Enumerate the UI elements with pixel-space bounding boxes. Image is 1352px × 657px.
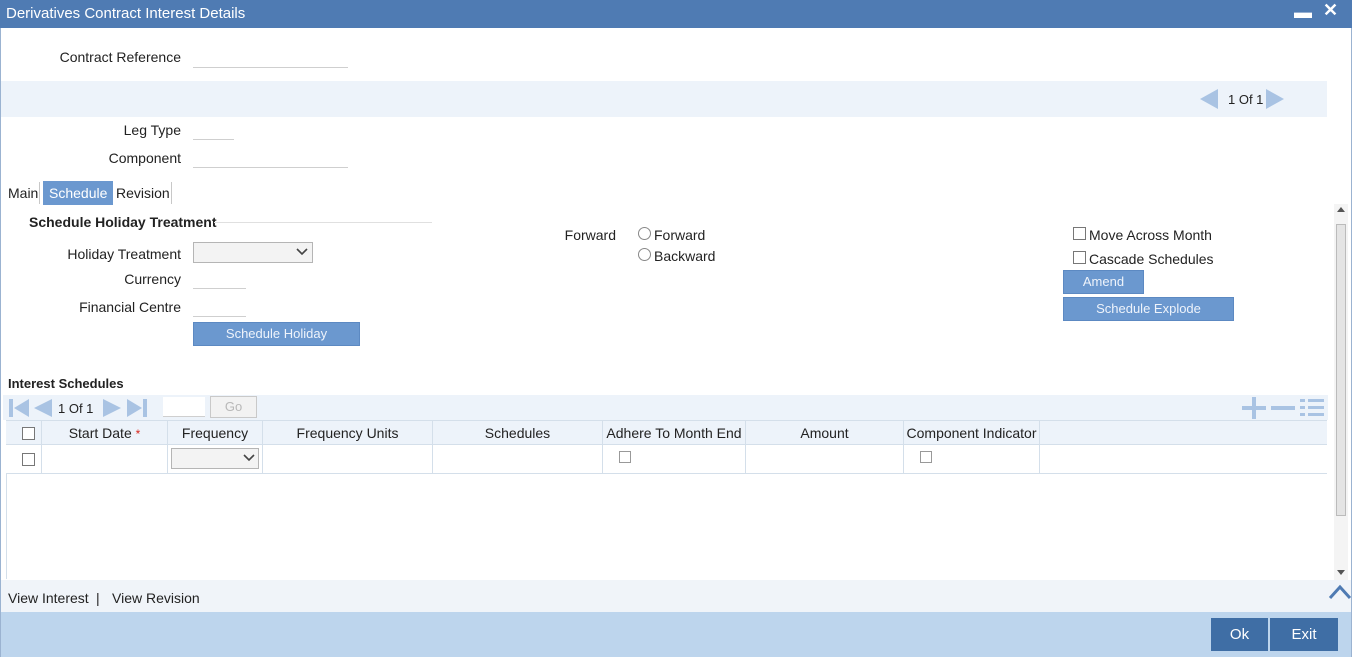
window-titlebar: Derivatives Contract Interest Details ▬ … bbox=[0, 0, 1352, 28]
column-header-amount[interactable]: Amount bbox=[746, 421, 904, 445]
contract-reference-label: Contract Reference bbox=[59, 49, 181, 65]
schedules-cell[interactable] bbox=[433, 445, 603, 473]
currency-field[interactable] bbox=[193, 269, 246, 289]
frequency-cell bbox=[168, 445, 263, 473]
holiday-treatment-section-title: Schedule Holiday Treatment bbox=[29, 214, 217, 230]
holiday-treatment-label: Holiday Treatment bbox=[67, 246, 181, 262]
schedule-holiday-button[interactable]: Schedule Holiday bbox=[193, 322, 360, 346]
scroll-down-icon[interactable] bbox=[1337, 568, 1345, 576]
frequency-units-cell[interactable] bbox=[263, 445, 433, 473]
chevron-up-icon[interactable] bbox=[1328, 584, 1352, 600]
record-pager-band bbox=[1, 81, 1327, 117]
backward-radio-label: Backward bbox=[654, 248, 716, 264]
delete-row-icon[interactable] bbox=[1270, 397, 1296, 419]
links-separator: | bbox=[96, 590, 100, 606]
grid-empty-area bbox=[6, 474, 1327, 579]
grid-pager-text: 1 Of 1 bbox=[58, 401, 94, 416]
single-view-icon[interactable] bbox=[1299, 397, 1325, 419]
component-label: Component bbox=[108, 150, 181, 166]
table-row bbox=[6, 445, 1327, 474]
view-interest-link[interactable]: View Interest bbox=[8, 590, 89, 606]
column-header-component-indicator[interactable]: Component Indicator bbox=[904, 421, 1040, 445]
bottom-links-bar: View Interest | View Revision bbox=[1, 580, 1352, 612]
next-page-icon[interactable] bbox=[102, 398, 122, 418]
next-record-icon[interactable] bbox=[1266, 89, 1284, 109]
last-page-icon[interactable] bbox=[126, 398, 148, 418]
column-header-schedules[interactable]: Schedules bbox=[433, 421, 603, 445]
adhere-to-month-end-checkbox[interactable] bbox=[619, 451, 631, 463]
scroll-up-icon[interactable] bbox=[1337, 206, 1345, 214]
amount-cell[interactable] bbox=[746, 445, 904, 473]
forward-radio-label: Forward bbox=[654, 227, 706, 243]
backward-radio[interactable] bbox=[638, 248, 651, 261]
tab-divider bbox=[171, 182, 172, 204]
adhere-to-month-end-cell bbox=[603, 445, 746, 473]
row-select-cell bbox=[6, 445, 42, 473]
required-marker: * bbox=[135, 427, 141, 441]
frequency-value bbox=[171, 448, 259, 469]
grid-header-row: Start Date * Frequency Frequency Units S… bbox=[6, 420, 1327, 445]
cascade-schedules-label: Cascade Schedules bbox=[1089, 251, 1214, 267]
minimize-icon[interactable]: ▬ bbox=[1294, 2, 1312, 23]
leg-type-field[interactable] bbox=[193, 120, 234, 140]
previous-record-icon[interactable] bbox=[1200, 89, 1218, 109]
exit-button[interactable]: Exit bbox=[1270, 618, 1338, 651]
close-icon[interactable]: ✕ bbox=[1323, 0, 1338, 21]
start-date-cell[interactable] bbox=[42, 445, 168, 473]
footer-bar: Ok Exit bbox=[1, 612, 1351, 657]
start-date-header-label: Start Date bbox=[68, 425, 132, 441]
move-across-month-label: Move Across Month bbox=[1089, 227, 1212, 243]
tab-schedule[interactable]: Schedule bbox=[43, 181, 114, 205]
component-field[interactable] bbox=[193, 148, 348, 168]
interest-schedules-title: Interest Schedules bbox=[8, 376, 124, 391]
tab-revision[interactable]: Revision bbox=[110, 181, 176, 205]
go-button[interactable]: Go bbox=[210, 396, 257, 418]
contract-reference-field[interactable] bbox=[193, 48, 348, 68]
forward-radio[interactable] bbox=[638, 227, 651, 240]
column-header-adhere-to-month-end[interactable]: Adhere To Month End bbox=[603, 421, 746, 445]
ok-button[interactable]: Ok bbox=[1211, 618, 1268, 651]
leg-type-label: Leg Type bbox=[123, 122, 181, 138]
select-all-cell bbox=[6, 421, 42, 445]
grid-toolbar: 1 Of 1 Go bbox=[3, 395, 1328, 420]
record-pager-text: 1 Of 1 bbox=[1228, 92, 1264, 107]
move-across-month-checkbox[interactable] bbox=[1073, 227, 1086, 240]
page-number-input[interactable] bbox=[163, 397, 205, 417]
previous-page-icon[interactable] bbox=[33, 398, 53, 418]
scrollbar-thumb[interactable] bbox=[1336, 224, 1346, 516]
schedule-explode-button[interactable]: Schedule Explode bbox=[1063, 297, 1234, 321]
frequency-select[interactable] bbox=[171, 448, 259, 469]
view-revision-link[interactable]: View Revision bbox=[112, 590, 200, 606]
financial-centre-label: Financial Centre bbox=[79, 299, 181, 315]
component-indicator-cell bbox=[904, 445, 1040, 473]
component-indicator-checkbox[interactable] bbox=[920, 451, 932, 463]
vertical-scrollbar[interactable] bbox=[1334, 204, 1348, 580]
direction-label: Forward bbox=[564, 227, 616, 243]
section-divider bbox=[214, 222, 432, 223]
holiday-treatment-value bbox=[193, 242, 313, 263]
tab-divider bbox=[39, 182, 40, 204]
column-header-start-date[interactable]: Start Date * bbox=[42, 421, 168, 445]
column-header-frequency[interactable]: Frequency bbox=[168, 421, 263, 445]
holiday-treatment-select[interactable] bbox=[193, 242, 313, 263]
row-select-checkbox[interactable] bbox=[22, 453, 35, 466]
financial-centre-field[interactable] bbox=[193, 297, 246, 317]
select-all-checkbox[interactable] bbox=[22, 427, 35, 440]
cascade-schedules-checkbox[interactable] bbox=[1073, 251, 1086, 264]
column-header-frequency-units[interactable]: Frequency Units bbox=[263, 421, 433, 445]
amend-button[interactable]: Amend bbox=[1063, 270, 1144, 294]
tab-main[interactable]: Main bbox=[2, 181, 44, 205]
add-row-icon[interactable] bbox=[1241, 397, 1267, 419]
currency-label: Currency bbox=[124, 271, 181, 287]
window-title: Derivatives Contract Interest Details bbox=[6, 5, 246, 22]
first-page-icon[interactable] bbox=[8, 398, 30, 418]
